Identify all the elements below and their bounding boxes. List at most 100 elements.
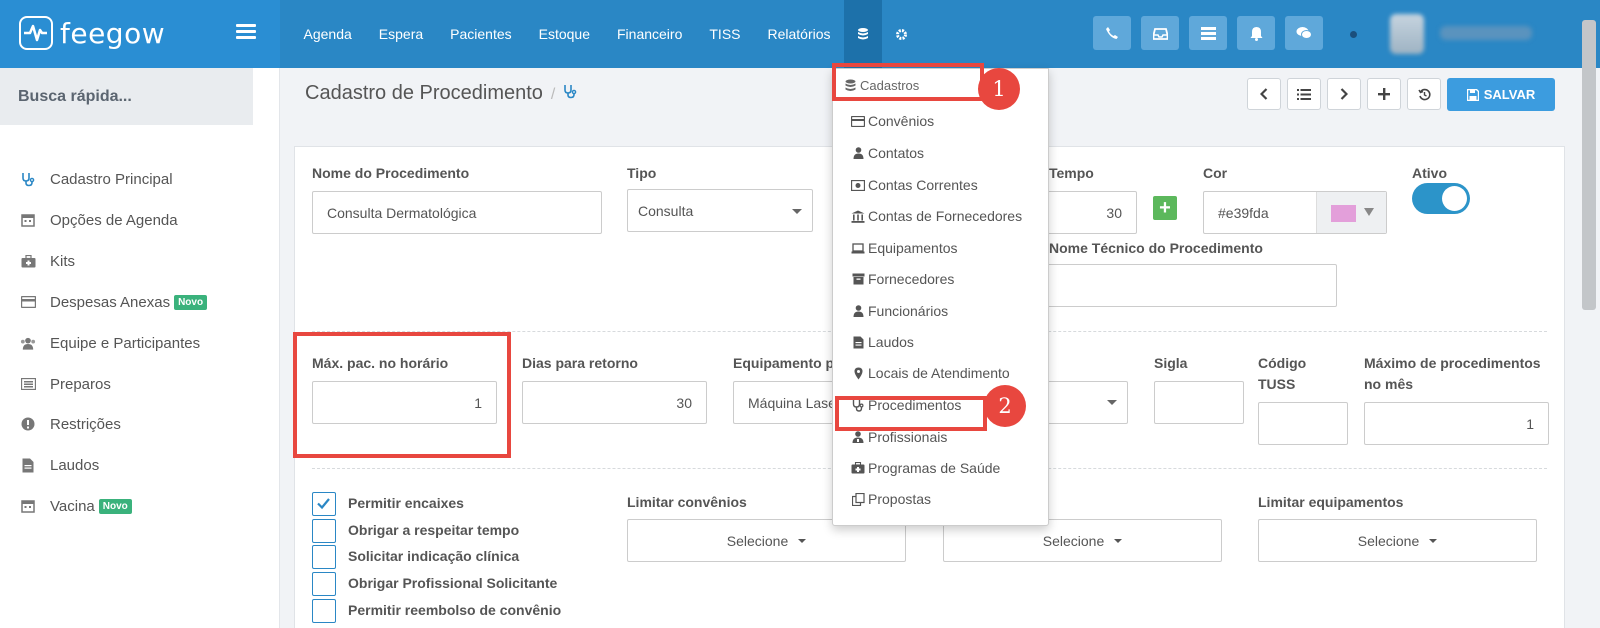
max-proc-value: 1: [1526, 415, 1534, 432]
menu-item-funcionarios[interactable]: Funcionários: [851, 303, 948, 319]
selecione-label: Selecione: [1042, 532, 1105, 549]
step-number-2: 2: [984, 385, 1026, 427]
checkbox-obrigar-tempo[interactable]: [312, 519, 336, 543]
equipamento-value: Máquina Lase: [748, 394, 836, 411]
checkbox-label: Obrigar a respeitar tempo: [348, 522, 520, 538]
page-title: Cadastro de Procedimento: [305, 82, 543, 104]
menu-item-label: Programas de Saúde: [868, 460, 1001, 476]
chat-icon[interactable]: [1285, 16, 1323, 50]
checkbox-profissional-solicitante[interactable]: [312, 572, 336, 596]
tasks-icon[interactable]: [1189, 16, 1227, 50]
nav-pacientes[interactable]: Pacientes: [437, 0, 525, 68]
archive-icon: [851, 272, 865, 286]
tempo-input[interactable]: 30: [1044, 191, 1137, 234]
hamburger-menu-icon[interactable]: [236, 24, 256, 44]
file-icon: [851, 335, 865, 349]
menu-item-label: Funcionários: [868, 303, 949, 319]
menu-item-contatos[interactable]: Contatos: [851, 145, 924, 161]
select-partial[interactable]: [1044, 381, 1128, 424]
next-record-button[interactable]: [1327, 78, 1361, 110]
checkbox-label: Obrigar Profissional Solicitante: [348, 575, 558, 591]
quick-search-label: Busca rápida...: [18, 88, 132, 105]
list-icon: [1297, 88, 1311, 100]
nome-procedimento-input[interactable]: Consulta Dermatológica: [312, 191, 602, 234]
nav-financeiro[interactable]: Financeiro: [604, 0, 696, 68]
users-icon: [20, 335, 36, 351]
menu-item-profissionais[interactable]: Profissionais: [851, 429, 947, 445]
caret-down-icon: [792, 209, 802, 214]
quick-search[interactable]: Busca rápida...: [0, 68, 253, 125]
sigla-input[interactable]: [1154, 381, 1244, 424]
limitar-equipamentos-label: Limitar equipamentos: [1258, 494, 1404, 510]
sidebar-item-despesas-anexas[interactable]: Despesas Anexas Novo: [20, 290, 208, 314]
tipo-select[interactable]: Consulta: [627, 189, 813, 232]
nav-estoque[interactable]: Estoque: [525, 0, 603, 68]
nav-database-icon[interactable]: [844, 0, 883, 68]
sidebar-item-preparos[interactable]: Preparos: [20, 372, 111, 396]
floppy-disk-icon: [1466, 88, 1479, 101]
dias-retorno-input[interactable]: 30: [522, 381, 707, 424]
checkbox-permitir-encaixes[interactable]: [312, 492, 336, 516]
step-number-1: 1: [978, 68, 1020, 110]
nav-tiss[interactable]: TISS: [696, 0, 754, 68]
bank-icon: [851, 209, 865, 223]
nav-espera[interactable]: Espera: [365, 0, 436, 68]
topbar-actions: [1093, 16, 1333, 50]
sidebar-item-label: Preparos: [50, 375, 111, 393]
save-button-label: SALVAR: [1483, 87, 1536, 102]
user-icon: [851, 146, 865, 160]
tipo-value: Consulta: [638, 202, 694, 219]
sidebar-item-equipe[interactable]: Equipe e Participantes: [20, 331, 200, 355]
checkbox-reembolso-convenio[interactable]: [312, 599, 336, 623]
page-scrollbar[interactable]: [1582, 20, 1596, 310]
nav-relatorios[interactable]: Relatórios: [754, 0, 844, 68]
add-tempo-button[interactable]: +: [1153, 196, 1177, 220]
history-button[interactable]: [1407, 78, 1441, 110]
menu-item-laudos[interactable]: Laudos: [851, 334, 914, 350]
user-name-blurred[interactable]: [1440, 26, 1532, 40]
highlight-box-cadastros: [832, 63, 984, 101]
menu-item-propostas[interactable]: Propostas: [851, 491, 931, 507]
selecione-label: Selecione: [1357, 532, 1420, 549]
medkit-icon: [851, 461, 865, 475]
highlight-box-max-pac: [293, 332, 511, 458]
check-icon: [317, 498, 330, 510]
menu-item-contas-correntes[interactable]: Contas Correntes: [851, 177, 978, 193]
save-button[interactable]: SALVAR: [1447, 78, 1555, 111]
sidebar-item-cadastro-principal[interactable]: Cadastro Principal: [20, 167, 173, 191]
sidebar-item-label: Kits: [50, 252, 76, 270]
bell-icon[interactable]: [1237, 16, 1275, 50]
highlight-box-procedimentos: [835, 396, 987, 431]
sidebar-item-vacina[interactable]: Vacina Novo: [20, 494, 132, 518]
inbox-icon[interactable]: [1141, 16, 1179, 50]
list-icon: [20, 376, 36, 392]
money-icon: [851, 178, 865, 192]
menu-item-contas-fornecedores[interactable]: Contas de Fornecedores: [851, 208, 1022, 224]
codigo-tuss-input[interactable]: [1258, 402, 1348, 445]
sidebar-item-kits[interactable]: Kits: [20, 249, 75, 273]
max-proc-input[interactable]: 1: [1364, 402, 1549, 445]
sidebar-item-label: Cadastro Principal: [50, 170, 173, 188]
sidebar-item-label: Opções de Agenda: [50, 211, 178, 229]
phone-icon[interactable]: [1093, 16, 1131, 50]
ativo-toggle[interactable]: [1412, 183, 1470, 214]
checkbox-indicacao-clinica[interactable]: [312, 545, 336, 569]
menu-item-equipamentos[interactable]: Equipamentos: [851, 240, 958, 256]
caret-down-icon: [798, 538, 807, 543]
menu-item-fornecedores[interactable]: Fornecedores: [851, 271, 954, 287]
list-view-button[interactable]: [1287, 78, 1321, 110]
menu-item-programas-saude[interactable]: Programas de Saúde: [851, 460, 1000, 476]
limitar-equipamentos-select[interactable]: Selecione: [1258, 519, 1537, 562]
previous-record-button[interactable]: [1247, 78, 1281, 110]
nav-gear-icon[interactable]: [882, 0, 920, 68]
add-record-button[interactable]: [1367, 78, 1401, 110]
exclamation-icon: [20, 416, 36, 432]
sidebar-item-laudos[interactable]: Laudos: [20, 453, 99, 477]
nav-agenda[interactable]: Agenda: [290, 0, 365, 68]
sidebar-item-restricoes[interactable]: Restrições: [20, 412, 121, 436]
nome-tecnico-input[interactable]: [1044, 264, 1337, 307]
menu-item-locais-atendimento[interactable]: Locais de Atendimento: [851, 365, 1010, 381]
menu-item-convenios[interactable]: Convênios: [851, 113, 934, 129]
sidebar-item-opcoes-agenda[interactable]: Opções de Agenda: [20, 208, 178, 232]
user-avatar[interactable]: [1390, 14, 1424, 54]
